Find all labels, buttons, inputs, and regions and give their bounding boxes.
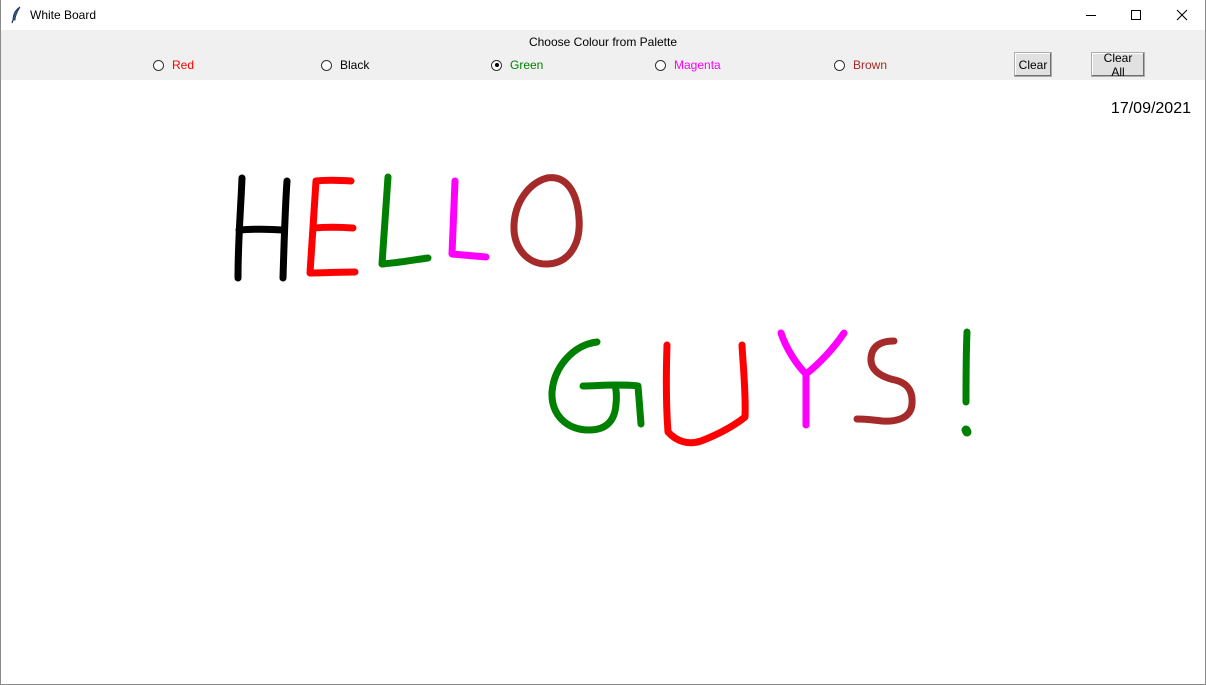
letter-s-stroke [853,337,916,425]
radio-indicator[interactable] [655,59,666,71]
radio-green[interactable]: Green [491,57,543,73]
radio-black[interactable]: Black [321,57,369,73]
radio-red[interactable]: Red [153,57,194,73]
radio-label: Green [510,58,544,72]
exclamation-stroke [961,328,972,437]
letter-o-stroke [510,174,583,268]
clear-all-button[interactable]: Clear All [1091,51,1145,79]
drawing-strokes[interactable] [1,80,1205,683]
letter-y-stroke [777,329,848,429]
maximize-button[interactable] [1113,0,1159,30]
window-title: White Board [30,8,97,22]
minimize-icon [1086,15,1096,16]
radio-label: Magenta [674,58,721,72]
palette-bar: Choose Colour from Palette Red Black Gre… [1,30,1205,80]
letter-h-stroke [234,174,291,282]
radio-magenta[interactable]: Magenta [655,57,721,73]
close-icon [1176,9,1188,21]
radio-brown[interactable]: Brown [834,57,887,73]
letter-l2-stroke [448,177,490,261]
letter-l1-stroke [378,173,432,268]
radio-indicator[interactable] [321,59,332,71]
drawing-canvas[interactable]: 17/09/2021 [1,80,1205,683]
radio-indicator[interactable] [834,59,845,71]
letter-e-stroke [306,176,359,277]
radio-label: Brown [853,58,888,72]
clear-button[interactable]: Clear [1014,52,1052,77]
whiteboard-window: White Board Choose Colour from Palette R… [0,0,1206,685]
close-button[interactable] [1159,0,1205,30]
radio-label: Black [340,58,370,72]
letter-g-stroke [548,338,645,434]
maximize-icon [1131,10,1141,20]
feather-icon [9,6,25,24]
title-bar[interactable]: White Board [1,0,1205,30]
radio-indicator[interactable] [491,59,502,71]
radio-indicator[interactable] [153,59,164,71]
radio-label: Red [172,58,195,72]
minimize-button[interactable] [1068,0,1114,30]
letter-u-stroke [662,341,749,447]
palette-title: Choose Colour from Palette [528,35,678,49]
